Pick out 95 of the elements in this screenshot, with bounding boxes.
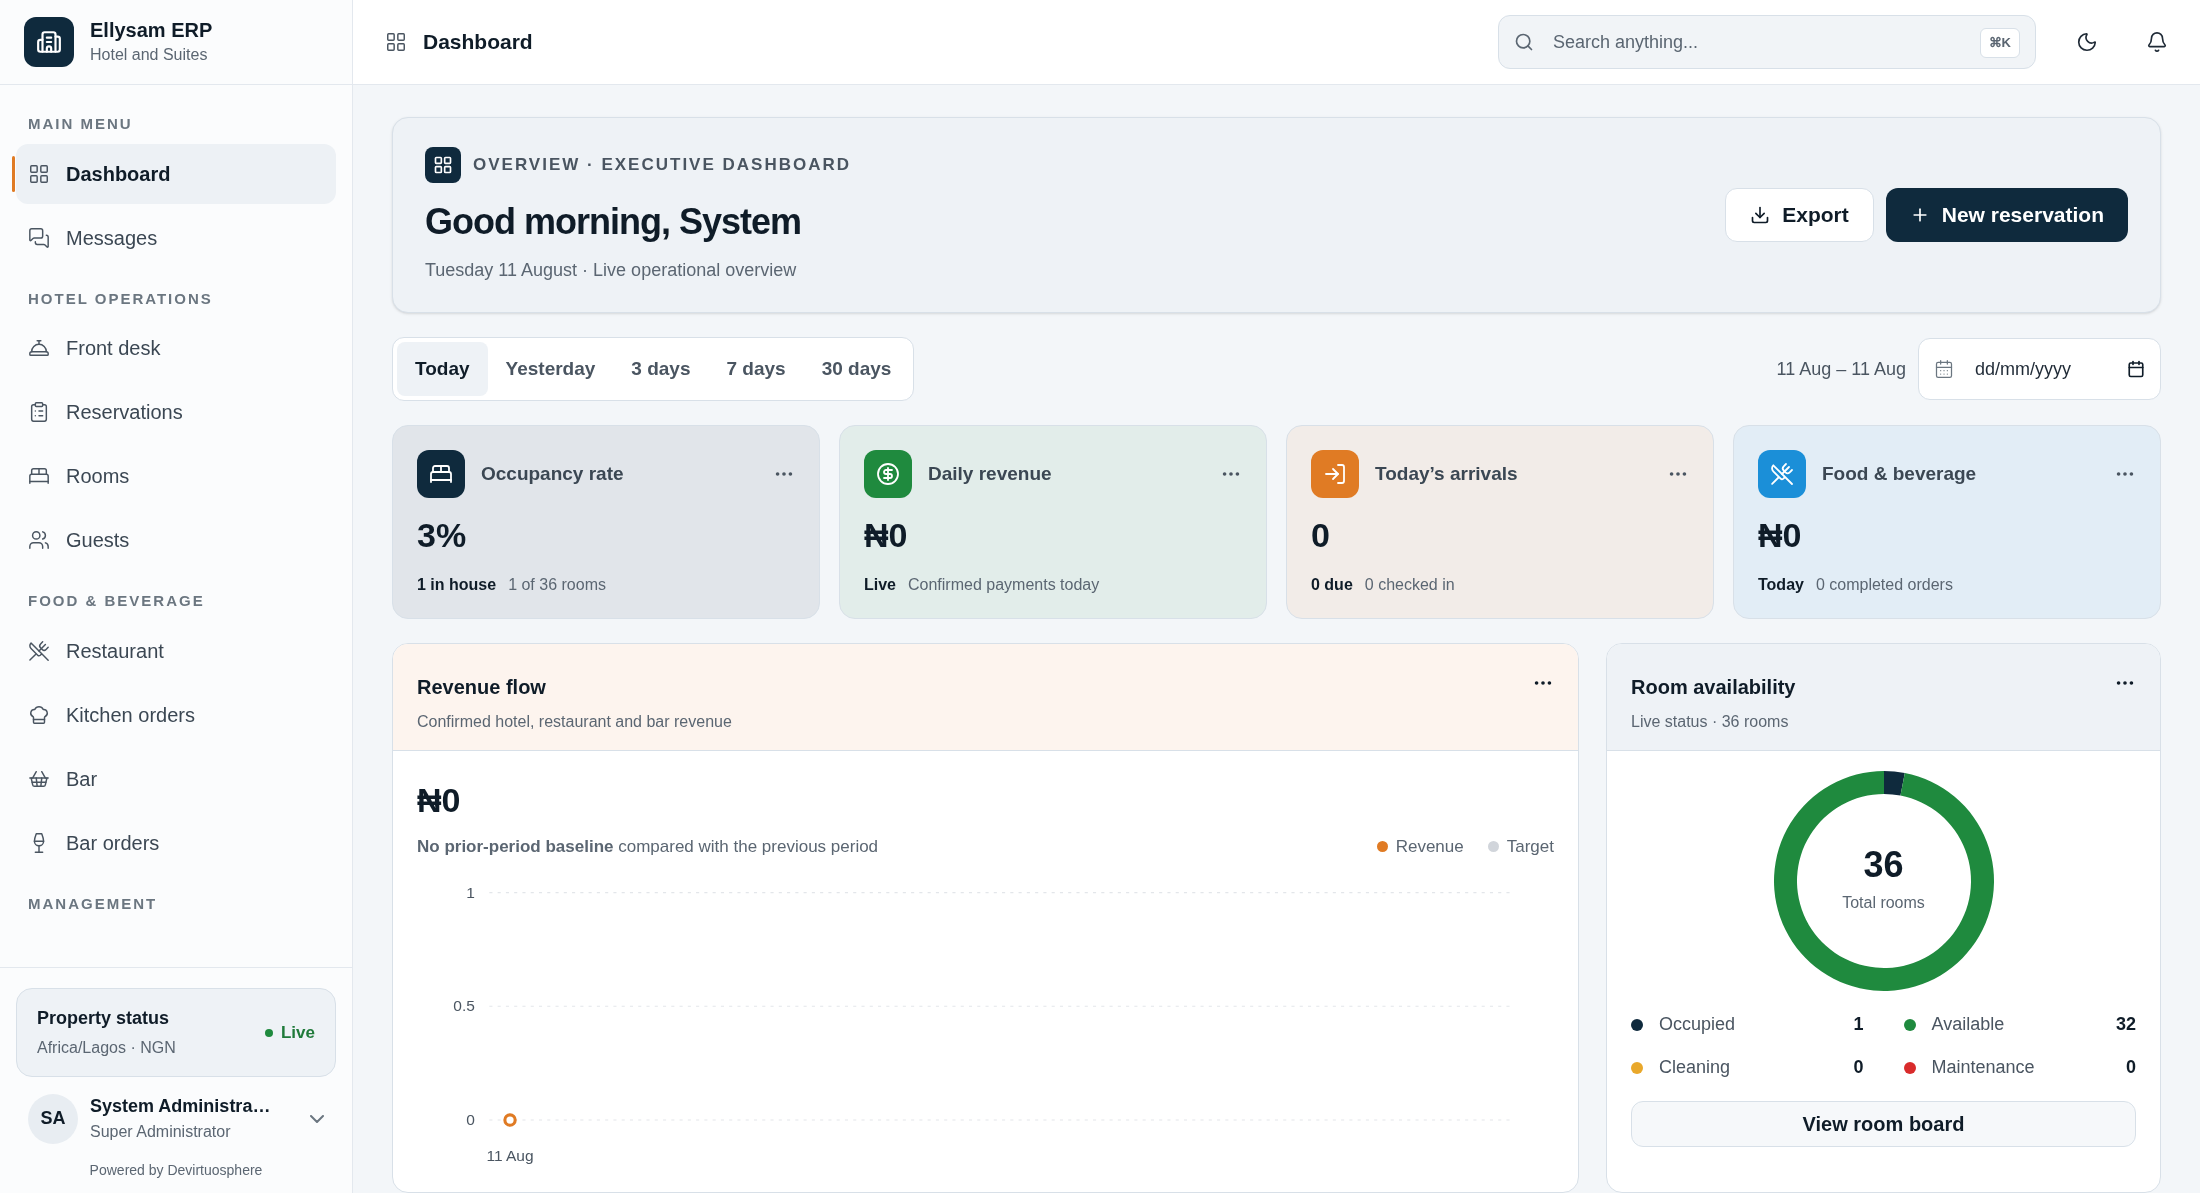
stat-label: Today (1758, 575, 1804, 595)
legend-label: Available (1931, 1013, 2006, 1036)
date-field[interactable]: dd/mm/yyyy (1918, 338, 2161, 400)
y-tick: 0.5 (453, 997, 475, 1014)
calendar-icon (2127, 360, 2145, 378)
legend-count: 1 (1853, 1013, 1864, 1036)
sidebar-item[interactable]: Rooms (16, 446, 336, 506)
export-button[interactable]: Export (1725, 188, 1874, 242)
calendar-icon (1934, 359, 1954, 379)
legend-item: Revenue (1376, 834, 1464, 860)
stat-label: Live (864, 575, 896, 595)
bell-icon[interactable] (2146, 31, 2168, 53)
legend-label: Occupied (1659, 1013, 1737, 1036)
stat-value: ₦0 (864, 515, 909, 556)
stat-title: Food & beverage (1822, 461, 1978, 486)
live-badge: Live (264, 1019, 315, 1046)
chef-hat-icon (28, 703, 50, 726)
stat-value: ₦0 (1758, 515, 1803, 556)
legend-count: 0 (2126, 1056, 2136, 1079)
range-tab[interactable]: Yesterday (487, 342, 614, 396)
range-tab[interactable]: Today (397, 342, 488, 396)
stat-note: Confirmed payments today (908, 575, 1100, 595)
moon-icon[interactable] (2076, 31, 2098, 53)
utensils-icon (28, 639, 50, 662)
card-title: Property status (37, 1007, 171, 1030)
brand-name: Ellysam ERP (90, 17, 213, 43)
stat-note: 1 of 36 rooms (508, 575, 606, 595)
user-name: System Administra… (90, 1095, 272, 1118)
chevron-down-icon (310, 1114, 324, 1123)
brand-subtitle: Hotel and Suites (90, 44, 209, 65)
grid-icon (385, 31, 407, 53)
comparison-text: No prior-period baseline compared with the previous period (417, 836, 879, 858)
sidebar-item[interactable]: Kitchen orders (16, 684, 336, 745)
sidebar-item[interactable]: Restaurant (16, 620, 336, 681)
legend-count: 32 (2115, 1013, 2136, 1036)
center-value: 36 (1863, 847, 1904, 883)
sidebar-item[interactable]: Messages (16, 207, 336, 268)
section-heading: MANAGEMENT (27, 893, 159, 914)
sidebar-item[interactable]: Front desk (16, 318, 336, 378)
stat-note: 0 checked in (1364, 575, 1455, 595)
logo-icon (24, 17, 74, 67)
date-range-text: 11 Aug – 11 Aug (1776, 357, 1906, 381)
card-subtitle: Confirmed hotel, restaurant and bar revenue (417, 712, 732, 732)
legend-item: Target (1487, 834, 1554, 860)
sidebar-item[interactable]: Bar orders (16, 812, 336, 873)
chat-bubbles-icon (28, 226, 50, 249)
bed-icon (28, 465, 50, 487)
grid-icon (28, 162, 50, 185)
sidebar-item[interactable]: Reservations (16, 382, 336, 442)
footer-text: Powered by Devirtuosphere (88, 1161, 264, 1180)
stat-title: Occupancy rate (481, 461, 625, 486)
bell-icon (28, 337, 50, 359)
y-tick: 0 (466, 1110, 475, 1128)
user-avatar: SA (28, 1093, 78, 1144)
legend-label: Cleaning (1659, 1056, 1732, 1079)
section-heading: HOTEL OPERATIONS (27, 288, 214, 309)
greeting-heading: Good morning, System (425, 199, 803, 244)
card-title: Room availability (1631, 675, 1796, 700)
range-tab[interactable]: 30 days (803, 342, 910, 396)
sidebar-item[interactable]: Guests (16, 510, 336, 570)
sidebar-item[interactable]: Bar (16, 748, 336, 809)
card-title: Revenue flow (417, 675, 547, 700)
x-tick: 11 Aug (486, 1146, 534, 1164)
section-heading: MAIN MENU (27, 114, 134, 134)
data-point (503, 1112, 517, 1127)
page-title: Dashboard (423, 29, 534, 56)
card-subtitle: Live status · 36 rooms (1631, 712, 1790, 732)
eyebrow-text: OVERVIEW · EXECUTIVE DASHBOARD (473, 153, 851, 176)
range-tab[interactable]: 7 days (708, 342, 804, 396)
stat-label: 0 due (1311, 575, 1353, 595)
legend-label: Maintenance (1931, 1056, 2036, 1079)
view-room-board-button[interactable]: View room board (1631, 1101, 2136, 1147)
stat-value: 0 (1311, 515, 1331, 556)
new-reservation-button[interactable]: New reservation (1885, 188, 2128, 242)
y-tick: 1 (466, 883, 475, 901)
stat-title: Daily revenue (928, 461, 1053, 486)
legend-count: 0 (1853, 1056, 1864, 1079)
clipboard-icon (28, 401, 50, 423)
overview-subtitle: Tuesday 11 August · Live operational overview (425, 258, 798, 282)
card-subtitle: Africa/Lagos · NGN (37, 1038, 176, 1058)
range-tab[interactable]: 3 days (613, 342, 709, 396)
section-heading: FOOD & BEVERAGE (27, 591, 206, 611)
grid-icon (425, 146, 461, 183)
shortcut-key: ⌘K (1979, 28, 2020, 58)
stat-title: Today’s arrivals (1375, 461, 1519, 486)
user-menu[interactable]: SA System Administra… Super Administrator (16, 1089, 336, 1148)
revenue-total: ₦0 (417, 780, 462, 821)
center-label: Total rooms (1842, 893, 1925, 913)
user-role: Super Administrator (90, 1122, 232, 1142)
stat-note: 0 completed orders (1815, 575, 1953, 595)
stat-label: 1 in house (417, 575, 497, 595)
stat-value: 3% (417, 515, 468, 556)
download-icon (1750, 205, 1771, 225)
users-icon (28, 529, 50, 551)
search-icon (1514, 32, 1534, 52)
